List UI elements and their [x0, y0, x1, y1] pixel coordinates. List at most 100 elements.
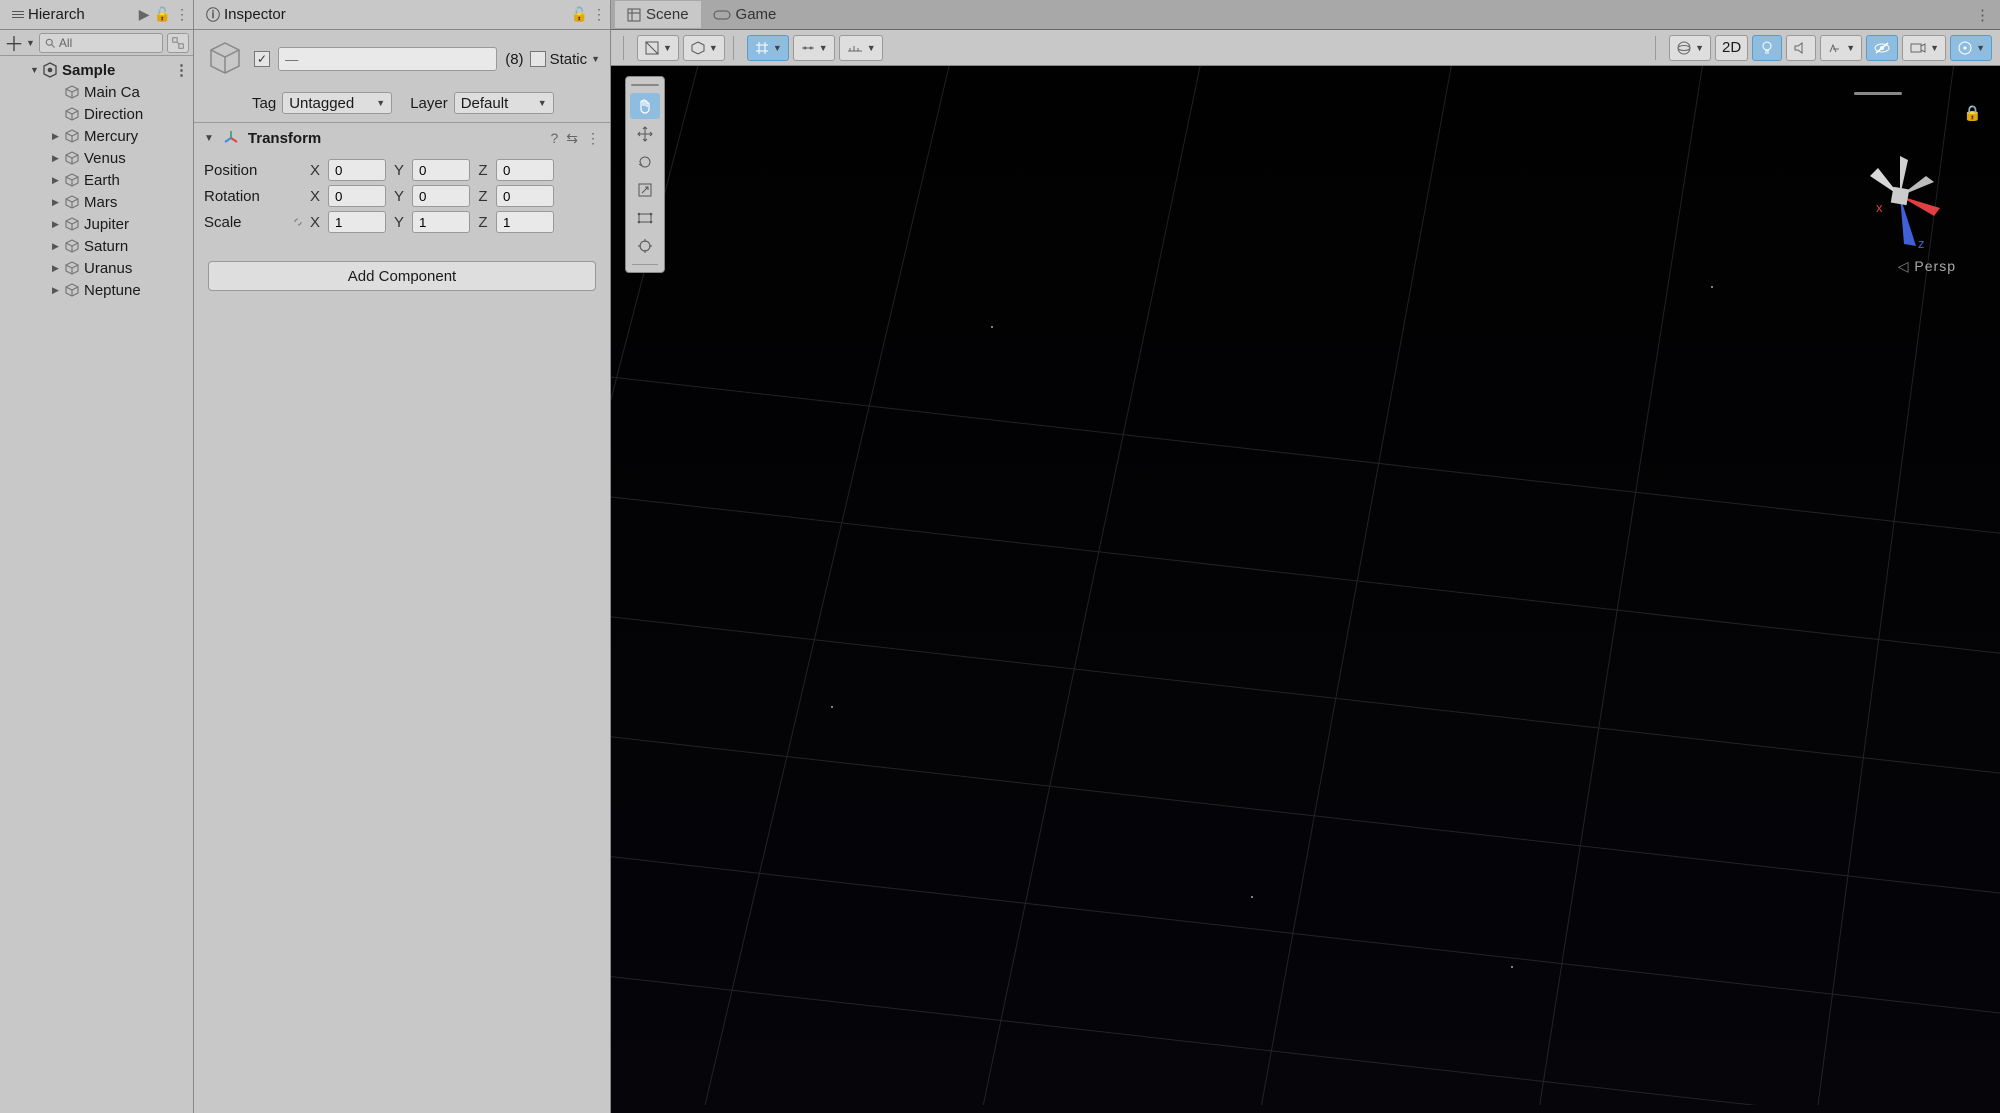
static-toggle[interactable]: Static ▼ [530, 51, 600, 68]
layer-dropdown[interactable]: Default ▼ [454, 92, 554, 114]
hierarchy-menu-icon[interactable]: ⋮ [175, 6, 189, 23]
grid-snap-button[interactable]: ▼ [747, 35, 789, 61]
hierarchy-item[interactable]: Uranus [0, 257, 193, 279]
search-type-toggle[interactable] [167, 33, 189, 53]
position-x-input[interactable] [328, 159, 386, 181]
draw-mode-button[interactable]: ▼ [637, 35, 679, 61]
scale-z-input[interactable] [496, 211, 554, 233]
snap-increment-button[interactable]: ▼ [793, 35, 835, 61]
inspector-tab[interactable]: ⓘ Inspector [198, 2, 294, 28]
hierarchy-item[interactable]: Main Ca [0, 81, 193, 103]
rotation-z-input[interactable] [496, 185, 554, 207]
rotation-y-input[interactable] [412, 185, 470, 207]
search-scope-icon [171, 36, 185, 50]
add-component-button[interactable]: Add Component [208, 261, 596, 291]
preset-icon[interactable]: ⇆ [566, 130, 578, 147]
hierarchy-item[interactable]: Jupiter [0, 213, 193, 235]
hierarchy-item[interactable]: Direction [0, 103, 193, 125]
inspector-tab-label: Inspector [224, 6, 286, 23]
transform-component: ▼ Transform ? ⇆ ⋮ Position X Y Z [194, 122, 610, 245]
hierarchy-item[interactable]: Saturn [0, 235, 193, 257]
unity-scene-icon [42, 62, 58, 78]
hierarchy-list-icon [12, 11, 24, 18]
lock-icon[interactable]: 🔓 [154, 6, 171, 23]
scene-tab[interactable]: Scene [615, 1, 701, 28]
viewport-area: Scene Game ⋮ ▼ ▼ ▼ ▼ ▼ ▼ 2D ▼ [611, 0, 2000, 1113]
inspector-lock-icon[interactable]: 🔓 [571, 6, 588, 23]
hierarchy-item-label: Jupiter [84, 216, 129, 233]
game-tab-label: Game [736, 6, 777, 23]
constrain-scale-icon[interactable] [290, 214, 306, 230]
lighting-toggle[interactable] [1752, 35, 1782, 61]
scene-row[interactable]: Sample ⋮ [0, 59, 193, 81]
2d-toggle[interactable]: 2D [1715, 35, 1748, 61]
scale-x-input[interactable] [328, 211, 386, 233]
hierarchy-tree: Sample ⋮ Main Ca Direction MercuryVenus Ear… [0, 56, 193, 301]
rotate-tool[interactable] [630, 149, 660, 175]
gizmos-toggle[interactable]: ▼ [1950, 35, 1992, 61]
component-menu-icon[interactable]: ⋮ [586, 130, 600, 147]
chevron-down-icon[interactable]: ▼ [591, 54, 600, 64]
hierarchy-item[interactable]: Venus [0, 147, 193, 169]
expand-icon[interactable]: ▶ [139, 6, 150, 23]
gameobject-cube-icon [64, 150, 80, 166]
hierarchy-item[interactable]: Mars [0, 191, 193, 213]
skybox-toggle[interactable]: ▼ [1669, 35, 1711, 61]
overlay-handle[interactable] [1854, 92, 1902, 95]
perspective-label[interactable]: Persp [1898, 258, 1956, 275]
position-z-input[interactable] [496, 159, 554, 181]
ruler-button[interactable]: ▼ [839, 35, 883, 61]
fx-toggle[interactable]: ▼ [1820, 35, 1862, 61]
audio-toggle[interactable] [1786, 35, 1816, 61]
viewport-lock-icon[interactable]: 🔒 [1963, 104, 1982, 122]
inspector-menu-icon[interactable]: ⋮ [592, 6, 606, 23]
object-name-input[interactable] [278, 47, 497, 71]
gameobject-cube-icon [64, 128, 80, 144]
transform-tool[interactable] [630, 233, 660, 259]
static-checkbox[interactable] [530, 51, 546, 67]
rotation-x-input[interactable] [328, 185, 386, 207]
perspective-button[interactable]: ▼ [683, 35, 725, 61]
globe-icon [1676, 40, 1692, 56]
palette-grip[interactable] [630, 81, 660, 89]
axis-z-label: z [1918, 236, 1925, 251]
component-title: Transform [248, 130, 543, 147]
position-y-input[interactable] [412, 159, 470, 181]
gameobject-cube-icon [64, 84, 80, 100]
camera-button[interactable]: ▼ [1902, 35, 1946, 61]
hierarchy-item-label: Mars [84, 194, 117, 211]
scene-tab-label: Scene [646, 6, 689, 23]
hierarchy-toolbar: ＋▼ All [0, 30, 193, 56]
hierarchy-search-input[interactable]: All [39, 33, 163, 53]
fold-caret-icon[interactable]: ▼ [204, 133, 214, 144]
active-checkbox[interactable] [254, 51, 270, 67]
hand-tool[interactable] [630, 93, 660, 119]
visibility-toggle[interactable] [1866, 35, 1898, 61]
orientation-gizmo[interactable]: x z [1830, 126, 1970, 266]
combined-icon [636, 237, 654, 255]
scale-tool[interactable] [630, 177, 660, 203]
rotation-row: Rotation X Y Z [204, 183, 600, 209]
component-header[interactable]: ▼ Transform ? ⇆ ⋮ [194, 123, 610, 153]
tag-dropdown[interactable]: Untagged ▼ [282, 92, 392, 114]
scene-viewport[interactable]: 🔒 [611, 66, 2000, 1113]
game-tab[interactable]: Game [701, 1, 789, 28]
scale-y-input[interactable] [412, 211, 470, 233]
ruler-icon [846, 41, 864, 55]
hierarchy-item[interactable]: Earth [0, 169, 193, 191]
hierarchy-item[interactable]: Mercury [0, 125, 193, 147]
scene-menu-icon[interactable]: ⋮ [174, 61, 189, 79]
help-icon[interactable]: ? [550, 130, 558, 146]
add-object-button[interactable]: ＋▼ [4, 28, 35, 57]
hierarchy-item-label: Direction [84, 106, 143, 123]
rect-tool[interactable] [630, 205, 660, 231]
hierarchy-tab[interactable]: Hierarch [4, 3, 93, 26]
hierarchy-item-label: Earth [84, 172, 120, 189]
hierarchy-item[interactable]: Neptune [0, 279, 193, 301]
search-placeholder: All [59, 36, 72, 50]
planet-object[interactable] [1981, 396, 2000, 686]
viewport-menu-icon[interactable]: ⋮ [1975, 6, 1990, 24]
tag-label: Tag [252, 95, 276, 112]
move-tool[interactable] [630, 121, 660, 147]
gameobject-icon[interactable] [204, 38, 246, 80]
